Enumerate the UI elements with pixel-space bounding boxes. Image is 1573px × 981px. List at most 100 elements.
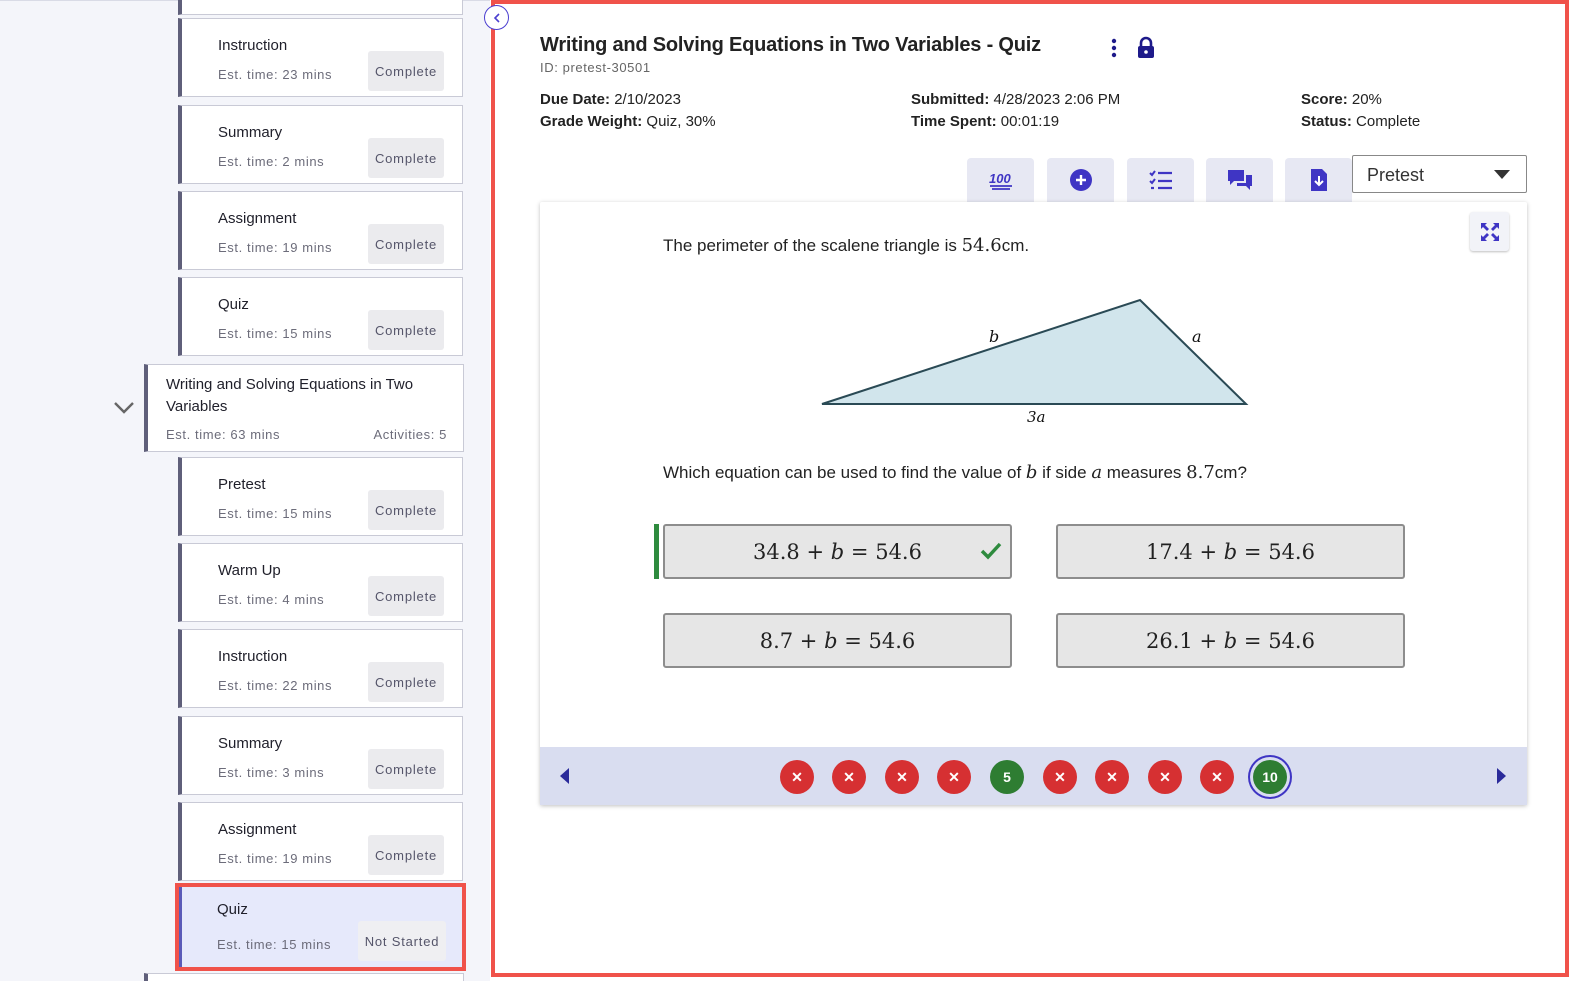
choice-coefficient: 26.1: [1146, 628, 1193, 653]
time-spent-label: Time Spent:: [911, 113, 997, 130]
activity-title: Quiz: [217, 901, 248, 918]
caret-down-icon: [1494, 170, 1510, 179]
activity-title: Quiz: [218, 296, 249, 313]
checklist-icon: [1148, 170, 1172, 190]
choice-plus: +: [1199, 539, 1218, 564]
activity-title: Assignment: [218, 210, 297, 227]
question-dot-3[interactable]: ✕: [885, 760, 919, 794]
activity-title: Instruction: [218, 37, 288, 54]
side-label-b: b: [989, 327, 999, 346]
activity-title: Pretest: [218, 476, 266, 493]
score: Score: 20%: [1301, 91, 1382, 108]
question-dot-7[interactable]: ✕: [1095, 760, 1129, 794]
score-value: 20%: [1351, 91, 1382, 108]
chevron-left-icon: [493, 12, 500, 23]
choice-variable: b: [1223, 628, 1238, 653]
choice-plus: +: [806, 539, 825, 564]
activity-card-assignment[interactable]: Assignment Est. time: 19 mins Complete: [178, 191, 463, 270]
activity-est-time: Est. time: 15 mins: [218, 506, 333, 521]
status: Status: Complete: [1301, 113, 1420, 130]
stem-unit: cm.: [1001, 236, 1030, 255]
activity-card-partial[interactable]: [178, 0, 463, 15]
choice-variable: b: [824, 628, 838, 653]
activity-est-time: Est. time: 2 mins: [218, 154, 325, 169]
submitted-value: 4/28/2023 2:06 PM: [993, 91, 1121, 108]
answer-choice-3[interactable]: 8.7 + b = 54.6: [663, 613, 1012, 668]
question-dot-2[interactable]: ✕: [832, 760, 866, 794]
comments-button[interactable]: [1206, 158, 1273, 202]
fullscreen-button[interactable]: [1470, 212, 1509, 251]
previous-question-icon[interactable]: [558, 766, 570, 786]
choice-plus: +: [1199, 628, 1218, 653]
activity-status-badge: Complete: [368, 224, 444, 264]
attempt-select[interactable]: Pretest: [1352, 155, 1527, 193]
time-spent-value: 00:01:19: [1000, 113, 1060, 130]
question-stem: The perimeter of the scalene triangle is…: [663, 235, 1029, 256]
collapse-sidebar-button[interactable]: [484, 5, 509, 30]
activity-est-time: Est. time: 23 mins: [218, 67, 333, 82]
activity-est-time: Est. time: 15 mins: [218, 326, 333, 341]
activity-card-instruction-2[interactable]: Instruction Est. time: 22 mins Complete: [178, 629, 463, 708]
activity-status-badge: Complete: [368, 749, 444, 789]
activity-card-pretest[interactable]: Pretest Est. time: 15 mins Complete: [178, 457, 463, 536]
side-label-base: 3a: [1027, 408, 1046, 426]
next-question-icon[interactable]: [1496, 766, 1508, 786]
grade-weight-value: Quiz, 30%: [646, 113, 716, 130]
choice-equals: =: [844, 628, 862, 653]
activity-card-instruction[interactable]: Instruction Est. time: 23 mins Complete: [178, 18, 463, 97]
due-date: Due Date: 2/10/2023: [540, 91, 681, 108]
add-button[interactable]: [1047, 158, 1114, 202]
file-download-icon: [1310, 169, 1327, 191]
lesson-card-partial[interactable]: [144, 973, 464, 981]
question-dot-4[interactable]: ✕: [937, 760, 971, 794]
prompt-text-4: cm?: [1214, 463, 1247, 482]
side-label-a: a: [1192, 327, 1202, 346]
answer-choice-4[interactable]: 26.1 + b = 54.6: [1056, 613, 1405, 668]
activity-card-summary-2[interactable]: Summary Est. time: 3 mins Complete: [178, 716, 463, 795]
activity-card-quiz[interactable]: Quiz Est. time: 15 mins Complete: [178, 277, 463, 356]
prompt-var-a: a: [1091, 462, 1103, 483]
score-view-button[interactable]: 100: [967, 158, 1034, 202]
activity-card-quiz-selected[interactable]: Quiz Est. time: 15 mins Not Started: [175, 883, 466, 971]
activity-card-summary[interactable]: Summary Est. time: 2 mins Complete: [178, 105, 463, 184]
question-dot-6[interactable]: ✕: [1043, 760, 1077, 794]
question-navigation-bar: [540, 747, 1527, 805]
submitted: Submitted: 4/28/2023 2:06 PM: [911, 91, 1120, 108]
activity-est-time: Est. time: 15 mins: [217, 937, 332, 952]
choice-equals: =: [1243, 539, 1262, 564]
activity-card-assignment-2[interactable]: Assignment Est. time: 19 mins Complete: [178, 802, 463, 881]
activity-status-badge: Complete: [368, 490, 444, 530]
question-dot-1[interactable]: ✕: [780, 760, 814, 794]
choice-total: 54.6: [868, 628, 916, 653]
answer-choice-1[interactable]: 34.8 + b = 54.6: [663, 524, 1012, 579]
activity-status-badge: Complete: [368, 662, 444, 702]
question-dot-10[interactable]: 10: [1253, 760, 1287, 794]
download-button[interactable]: [1285, 158, 1352, 202]
choice-variable: b: [1223, 539, 1238, 564]
checklist-button[interactable]: [1127, 158, 1194, 202]
activity-status-badge: Complete: [368, 310, 444, 350]
question-dot-8[interactable]: ✕: [1148, 760, 1182, 794]
activity-est-time: Est. time: 19 mins: [218, 240, 333, 255]
answer-choice-2[interactable]: 17.4 + b = 54.6: [1056, 524, 1405, 579]
prompt-text-3: measures: [1102, 463, 1187, 482]
choice-total: 54.6: [1268, 539, 1315, 564]
time-spent: Time Spent: 00:01:19: [911, 113, 1059, 130]
stem-text: The perimeter of the scalene triangle is: [663, 236, 962, 255]
activity-status-badge: Complete: [368, 576, 444, 616]
activity-title: Summary: [218, 124, 283, 141]
activity-card-warm-up[interactable]: Warm Up Est. time: 4 mins Complete: [178, 543, 463, 622]
prompt-measure: 8.7: [1186, 462, 1215, 483]
more-options-icon[interactable]: [1108, 37, 1120, 59]
question-dot-9[interactable]: ✕: [1200, 760, 1234, 794]
lesson-est-time: Est. time: 63 mins: [166, 427, 281, 442]
activity-status-badge: Not Started: [358, 921, 446, 961]
activity-status-badge: Complete: [368, 138, 444, 178]
triangle-figure: b a 3a: [821, 298, 1249, 426]
question-dot-5[interactable]: 5: [990, 760, 1024, 794]
activity-status-badge: Complete: [368, 51, 444, 91]
lesson-card[interactable]: Writing and Solving Equations in Two Var…: [144, 364, 464, 452]
choice-coefficient: 8.7: [759, 628, 794, 653]
activity-title: Assignment: [218, 821, 297, 838]
chevron-down-icon[interactable]: [112, 398, 136, 416]
